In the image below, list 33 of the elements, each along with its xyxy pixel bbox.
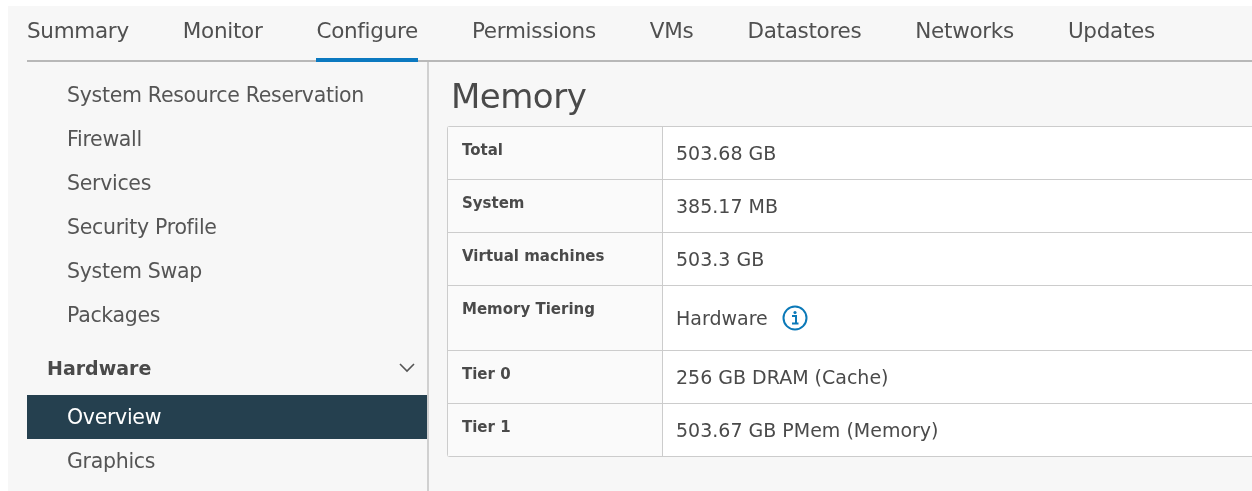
property-value: 503.68 GB: [676, 142, 777, 164]
property-label: Tier 0: [448, 351, 663, 403]
tab[interactable]: Configure: [316, 6, 418, 62]
tab[interactable]: Updates: [1067, 6, 1155, 62]
sidebar-group-header[interactable]: Hardware: [27, 341, 427, 395]
sidebar-item[interactable]: System Resource Reservation: [27, 73, 427, 117]
property-label: Tier 1: [448, 404, 663, 456]
sidebar-item[interactable]: Packages: [27, 293, 427, 337]
property-value: 503.3 GB: [676, 248, 765, 270]
sidebar-item[interactable]: Firewall: [27, 117, 427, 161]
sidebar-item[interactable]: Overview: [27, 395, 427, 439]
chevron-icon: [399, 363, 415, 373]
tab[interactable]: Datastores: [747, 6, 862, 62]
property-value: 385.17 MB: [676, 195, 778, 217]
tab[interactable]: Permissions: [471, 6, 596, 62]
sidebar-item[interactable]: Graphics: [27, 439, 427, 483]
property-label: Virtual machines: [448, 233, 663, 285]
tab[interactable]: VMs: [649, 6, 694, 62]
property-value: Hardware: [676, 307, 768, 329]
sidebar-item[interactable]: Security Profile: [27, 205, 427, 249]
sidebar-item[interactable]: System Swap: [27, 249, 427, 293]
property-label: System: [448, 180, 663, 232]
property-label: Total: [448, 127, 663, 179]
property-label: Memory Tiering: [448, 286, 663, 350]
tab[interactable]: Networks: [915, 6, 1014, 62]
group-label: Hardware: [47, 357, 152, 379]
info-icon[interactable]: [781, 305, 808, 331]
sidebar-item[interactable]: Services: [27, 161, 427, 205]
section-title: Memory: [451, 76, 588, 118]
tab[interactable]: Summary: [27, 6, 129, 62]
tab[interactable]: Monitor: [182, 6, 263, 62]
property-value: 503.67 GB PMem (Memory): [676, 419, 939, 441]
property-value: 256 GB DRAM (Cache): [676, 366, 889, 388]
